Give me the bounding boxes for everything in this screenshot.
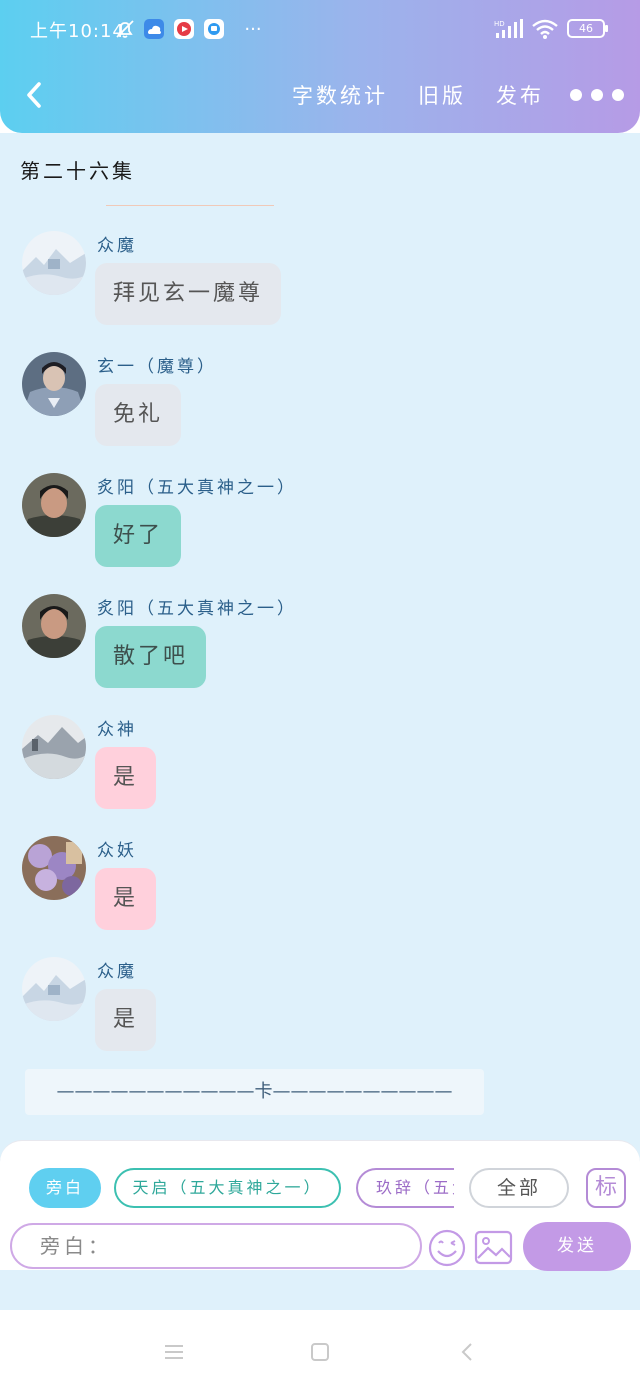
- message-bubble[interactable]: 是: [95, 989, 157, 1051]
- message-input[interactable]: 旁白：: [10, 1223, 422, 1269]
- more-notifications-icon: ···: [244, 18, 262, 40]
- speaker-name: 众神: [97, 720, 137, 740]
- menu-nav-button[interactable]: [162, 1340, 186, 1364]
- avatar[interactable]: [22, 231, 86, 295]
- chat-message: 炙阳（五大真神之一） 散了吧: [22, 594, 622, 704]
- speaker-name: 玄一（魔尊）: [97, 357, 217, 377]
- home-square-icon: [311, 1343, 329, 1361]
- avatar[interactable]: [22, 473, 86, 537]
- chat-area[interactable]: 第二十六集 众魔 拜见玄一魔尊 玄一（魔尊） 免礼 炙阳（五大真神之一） 好了 …: [0, 133, 640, 1310]
- role-chip-narrator[interactable]: 旁白: [29, 1168, 101, 1208]
- role-chip-tianqi[interactable]: 天启（五大真神之一）: [114, 1168, 341, 1208]
- message-bubble[interactable]: 免礼: [95, 384, 182, 446]
- chat-message: 众神 是: [22, 715, 622, 825]
- more-options-button[interactable]: [570, 85, 625, 105]
- title-divider: [106, 205, 274, 206]
- scene-cut-divider: ———————————卡——————————: [25, 1069, 484, 1115]
- back-nav-button[interactable]: [456, 1340, 480, 1364]
- message-bubble[interactable]: 拜见玄一魔尊: [95, 263, 282, 325]
- all-roles-button[interactable]: 全部: [469, 1168, 569, 1208]
- mute-bell-icon: [114, 18, 136, 40]
- status-bar: 上午10:14 ··· HD 46: [0, 0, 640, 58]
- mark-button[interactable]: 标: [586, 1168, 626, 1208]
- episode-title: 第二十六集: [20, 159, 135, 183]
- chat-message: 众妖 是: [22, 836, 622, 946]
- speaker-name: 众魔: [97, 236, 137, 256]
- system-nav-bar: [0, 1310, 640, 1387]
- video-app-icon: [173, 18, 195, 40]
- emoji-icon: [428, 1229, 466, 1267]
- chat-message: 炙阳（五大真神之一） 好了: [22, 473, 622, 583]
- weather-app-icon: [143, 18, 165, 40]
- old-version-button[interactable]: 旧版: [418, 80, 466, 110]
- chat-app-icon: [203, 18, 225, 40]
- message-bubble[interactable]: 散了吧: [95, 626, 207, 688]
- role-chip-jiuci[interactable]: 玖辞（五大真神之一）: [356, 1168, 454, 1208]
- avatar[interactable]: [22, 715, 86, 779]
- avatar[interactable]: [22, 352, 86, 416]
- avatar[interactable]: [22, 836, 86, 900]
- chat-message: 众魔 是: [22, 957, 622, 1067]
- battery-icon: 46: [567, 19, 608, 38]
- home-nav-button[interactable]: [308, 1340, 332, 1364]
- message-bubble[interactable]: 是: [95, 747, 157, 809]
- message-bubble[interactable]: 好了: [95, 505, 182, 567]
- image-icon: [474, 1230, 513, 1265]
- publish-button[interactable]: 发布: [496, 80, 544, 110]
- signal-icon: HD: [494, 18, 524, 40]
- chevron-left-icon: [27, 82, 41, 108]
- emoji-button[interactable]: [427, 1228, 467, 1268]
- avatar[interactable]: [22, 957, 86, 1021]
- app-header: 上午10:14 ··· HD 46 字数统计 旧版 发布: [0, 0, 640, 133]
- chat-message: 众魔 拜见玄一魔尊: [22, 231, 622, 341]
- chat-message: 玄一（魔尊） 免礼: [22, 352, 622, 462]
- wifi-icon: [531, 18, 559, 40]
- back-chevron-icon: [461, 1343, 472, 1361]
- speaker-name: 众魔: [97, 962, 137, 982]
- speaker-name: 炙阳（五大真神之一）: [97, 599, 297, 619]
- image-button[interactable]: [474, 1228, 513, 1267]
- menu-icon: [165, 1345, 183, 1359]
- send-button[interactable]: 发送: [523, 1222, 631, 1271]
- message-bubble[interactable]: 是: [95, 868, 157, 930]
- speaker-name: 炙阳（五大真神之一）: [97, 478, 297, 498]
- avatar[interactable]: [22, 594, 86, 658]
- word-count-button[interactable]: 字数统计: [292, 80, 388, 110]
- back-button[interactable]: [20, 78, 50, 112]
- hd-label: HD: [494, 20, 505, 28]
- input-panel: 旁白 天启（五大真神之一） 玖辞（五大真神之一） 全部 标 旁白： 发送: [0, 1140, 640, 1271]
- speaker-name: 众妖: [97, 841, 137, 861]
- status-time: 上午10:14: [30, 21, 125, 42]
